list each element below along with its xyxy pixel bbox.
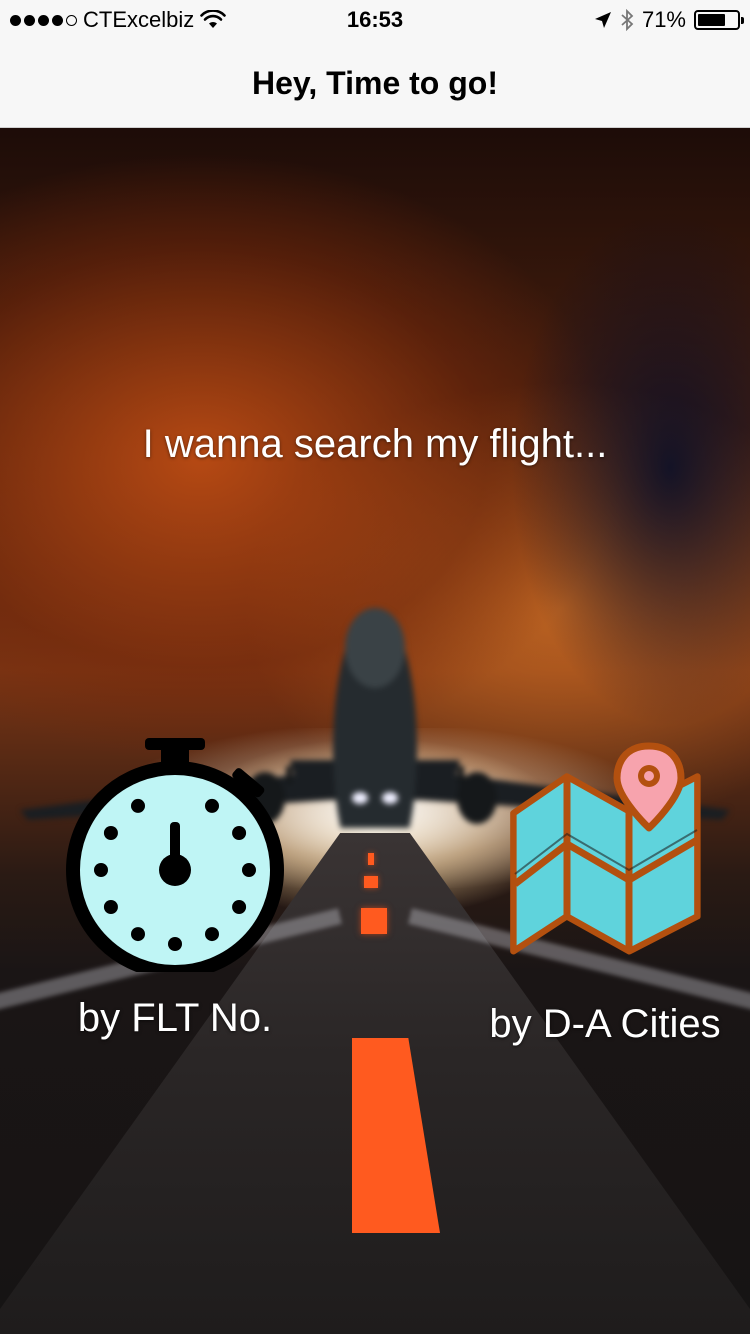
stopwatch-icon — [66, 738, 284, 972]
background-image: I wanna search my flight... — [0, 128, 750, 1334]
stopwatch-tick — [242, 863, 256, 877]
signal-strength-icon — [10, 14, 77, 26]
stopwatch-tick — [232, 900, 247, 914]
battery-level — [698, 14, 725, 26]
status-right: 71% — [594, 7, 744, 33]
stopwatch-tick — [131, 927, 145, 942]
stopwatch-tick — [205, 798, 219, 813]
map-pin-icon — [510, 742, 701, 955]
stopwatch-tick — [131, 798, 145, 813]
stopwatch-tick — [205, 927, 219, 942]
page-title: Hey, Time to go! — [252, 65, 498, 101]
stopwatch-tick — [103, 900, 118, 914]
cities-label: by D-A Cities — [489, 1002, 721, 1046]
location-arrow-icon — [594, 12, 611, 28]
bluetooth-icon — [621, 9, 634, 31]
stopwatch-tick — [94, 863, 108, 877]
runway-dash — [368, 853, 374, 865]
stopwatch-tick — [103, 826, 118, 840]
battery-percent: 71% — [641, 7, 686, 32]
search-headline: I wanna search my flight... — [142, 422, 608, 466]
wifi-icon — [200, 10, 227, 28]
search-by-cities-button[interactable]: by D-A Cities — [470, 736, 740, 1047]
carrier-name: CTExcelbiz — [83, 7, 195, 32]
status-left: CTExcelbiz — [10, 7, 227, 33]
flight-number-label: by FLT No. — [77, 996, 273, 1040]
stopwatch-tick — [168, 937, 182, 951]
search-by-flight-number-button[interactable]: by FLT No. — [50, 736, 300, 1041]
runway-dash — [364, 876, 378, 888]
runway-dash — [361, 908, 387, 934]
navigation-bar: Hey, Time to go! — [0, 40, 750, 128]
battery-icon — [694, 10, 744, 30]
status-bar: CTExcelbiz 16:53 71% — [0, 0, 750, 40]
stopwatch-tick — [232, 826, 247, 840]
